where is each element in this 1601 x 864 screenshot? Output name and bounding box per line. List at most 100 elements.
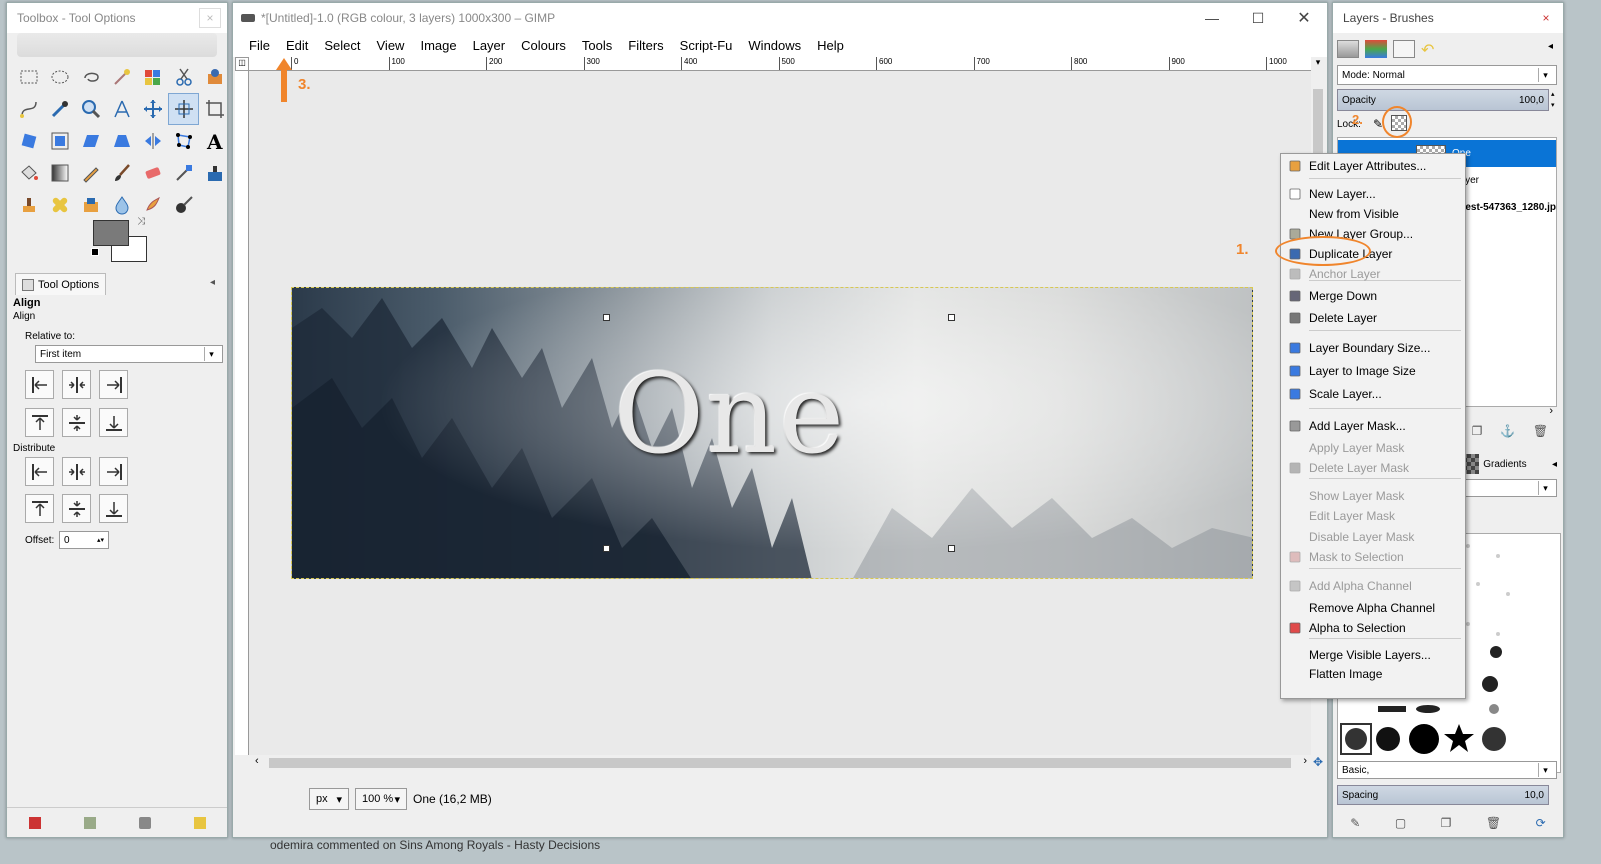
tab-tool-options[interactable]: Tool Options [15,273,107,295]
foreground-color[interactable] [93,220,129,246]
menu-item-alpha-to-selection[interactable]: Alpha to Selection [1281,618,1465,638]
delete-options-icon[interactable] [138,816,151,829]
paintbrush-icon[interactable] [106,157,137,189]
zoom-icon[interactable] [75,93,106,125]
quick-mask-corner-icon[interactable]: ◫ [235,57,249,71]
menu-item-flatten-image[interactable]: Flatten Image [1281,664,1465,684]
panel-menu-icon[interactable]: ◂ [1548,41,1553,52]
layers-tab-icon[interactable] [1337,40,1359,58]
rect-select-icon[interactable] [13,61,44,93]
menu-filters[interactable]: Filters [620,38,671,53]
spacing-slider[interactable]: Spacing 10,0 [1337,785,1549,805]
close-icon[interactable]: ✕ [1281,8,1327,28]
close-icon[interactable]: × [1535,8,1557,28]
menu-item-delete-layer[interactable]: Delete Layer [1281,308,1465,328]
distribute-bottom-button[interactable] [99,494,128,523]
scale-icon[interactable] [44,125,75,157]
canvas-area[interactable]: One [249,71,1311,755]
menu-item-add-layer-mask[interactable]: Add Layer Mask... [1281,416,1465,436]
default-colors-icon[interactable] [91,248,99,256]
align-center-vertical-button[interactable] [62,408,91,437]
menu-item-scale-layer[interactable]: Scale Layer... [1281,384,1465,404]
scroll-right-icon[interactable]: › [1549,405,1553,417]
paths-tab-icon[interactable] [1393,40,1415,58]
distribute-center-vertical-button[interactable] [62,494,91,523]
menu-colours[interactable]: Colours [513,38,574,53]
menu-file[interactable]: File [241,38,278,53]
navigate-icon[interactable]: ▾ [1311,57,1325,71]
restore-options-icon[interactable] [83,816,96,829]
tab-gradients[interactable]: Gradients [1483,459,1526,470]
unit-select[interactable]: px ▾ [309,788,349,810]
menu-item-layer-boundary-size[interactable]: Layer Boundary Size... [1281,338,1465,358]
channels-tab-icon[interactable] [1365,40,1387,58]
horizontal-scroll-thumb[interactable] [269,758,1291,768]
menu-item-merge-down[interactable]: Merge Down [1281,286,1465,306]
move-icon[interactable] [137,93,168,125]
foreground-select-icon[interactable] [199,61,230,93]
new-brush-icon[interactable]: ▢ [1395,816,1406,830]
ellipse-select-icon[interactable] [44,61,75,93]
paths-icon[interactable] [13,93,44,125]
color-picker-icon[interactable] [44,93,75,125]
scroll-left-icon[interactable]: ‹ [255,755,259,767]
anchor-layer-icon[interactable]: ⚓ [1500,424,1515,438]
fuzzy-select-icon[interactable] [106,61,137,93]
offset-spinner[interactable]: 0 ▴▾ [59,531,109,549]
zoom-follow-icon[interactable]: ✥ [1311,755,1325,771]
image-layer[interactable]: One [291,287,1253,579]
opacity-slider[interactable]: Opacity 100,0 [1337,89,1549,111]
menu-tools[interactable]: Tools [574,38,620,53]
gradient-icon[interactable] [44,157,75,189]
menu-help[interactable]: Help [809,38,852,53]
ink-icon[interactable] [199,157,230,189]
horizontal-ruler[interactable]: 0 100 200 300 400 500 600 700 800 900 1000 [249,57,1311,71]
align-bottom-edge-button[interactable] [99,408,128,437]
duplicate-brush-icon[interactable]: ❐ [1441,816,1452,830]
align-handle[interactable] [948,314,955,321]
eraser-icon[interactable] [137,157,168,189]
menu-windows[interactable]: Windows [740,38,809,53]
rotate-icon[interactable] [13,125,44,157]
clone-icon[interactable] [13,189,44,221]
delete-layer-icon[interactable]: 🗑 [1533,424,1548,438]
text-icon[interactable]: A [199,125,230,157]
brush-preset-select[interactable]: Basic, ▾ [1337,761,1557,779]
duplicate-layer-icon[interactable]: ❐ [1472,424,1483,438]
delete-brush-icon[interactable]: 🗑 [1486,816,1501,830]
bucket-fill-icon[interactable] [13,157,44,189]
edit-brush-icon[interactable]: ✎ [1350,816,1360,830]
scroll-right-icon[interactable]: › [1303,755,1307,767]
menu-select[interactable]: Select [316,38,368,53]
save-options-icon[interactable] [28,816,41,829]
panel-menu-icon[interactable]: ◂ [1552,459,1557,470]
align-icon[interactable] [168,93,199,125]
airbrush-icon[interactable] [168,157,199,189]
distribute-left-button[interactable] [25,457,54,486]
lasso-icon[interactable] [75,61,106,93]
canvas-text-one[interactable]: One [614,350,846,478]
horizontal-scrollbar[interactable]: ‹ › [249,755,1311,771]
distribute-center-horizontal-button[interactable] [62,457,91,486]
perspective-clone-icon[interactable] [75,189,106,221]
align-right-edge-button[interactable] [99,370,128,399]
menu-view[interactable]: View [369,38,413,53]
swap-colors-icon[interactable]: ⤨ [137,216,145,227]
cage-transform-icon[interactable] [168,125,199,157]
menu-item-merge-visible-layers[interactable]: Merge Visible Layers... [1281,645,1465,665]
align-handle[interactable] [948,545,955,552]
align-top-edge-button[interactable] [25,408,54,437]
align-left-edge-button[interactable] [25,370,54,399]
shear-icon[interactable] [75,125,106,157]
menu-edit[interactable]: Edit [278,38,316,53]
relative-to-select[interactable]: First item ▾ [35,345,223,363]
spin-arrows-icon[interactable]: ▴ ▾ [1551,89,1555,111]
pencil-icon[interactable] [75,157,106,189]
menu-scriptfu[interactable]: Script-Fu [672,38,741,53]
align-handle[interactable] [603,314,610,321]
minimize-icon[interactable]: — [1189,10,1235,26]
menu-item-new-from-visible[interactable]: New from Visible [1281,204,1465,224]
reset-options-icon[interactable] [193,816,206,829]
heal-icon[interactable] [44,189,75,221]
menu-item-remove-alpha-channel[interactable]: Remove Alpha Channel [1281,598,1465,618]
